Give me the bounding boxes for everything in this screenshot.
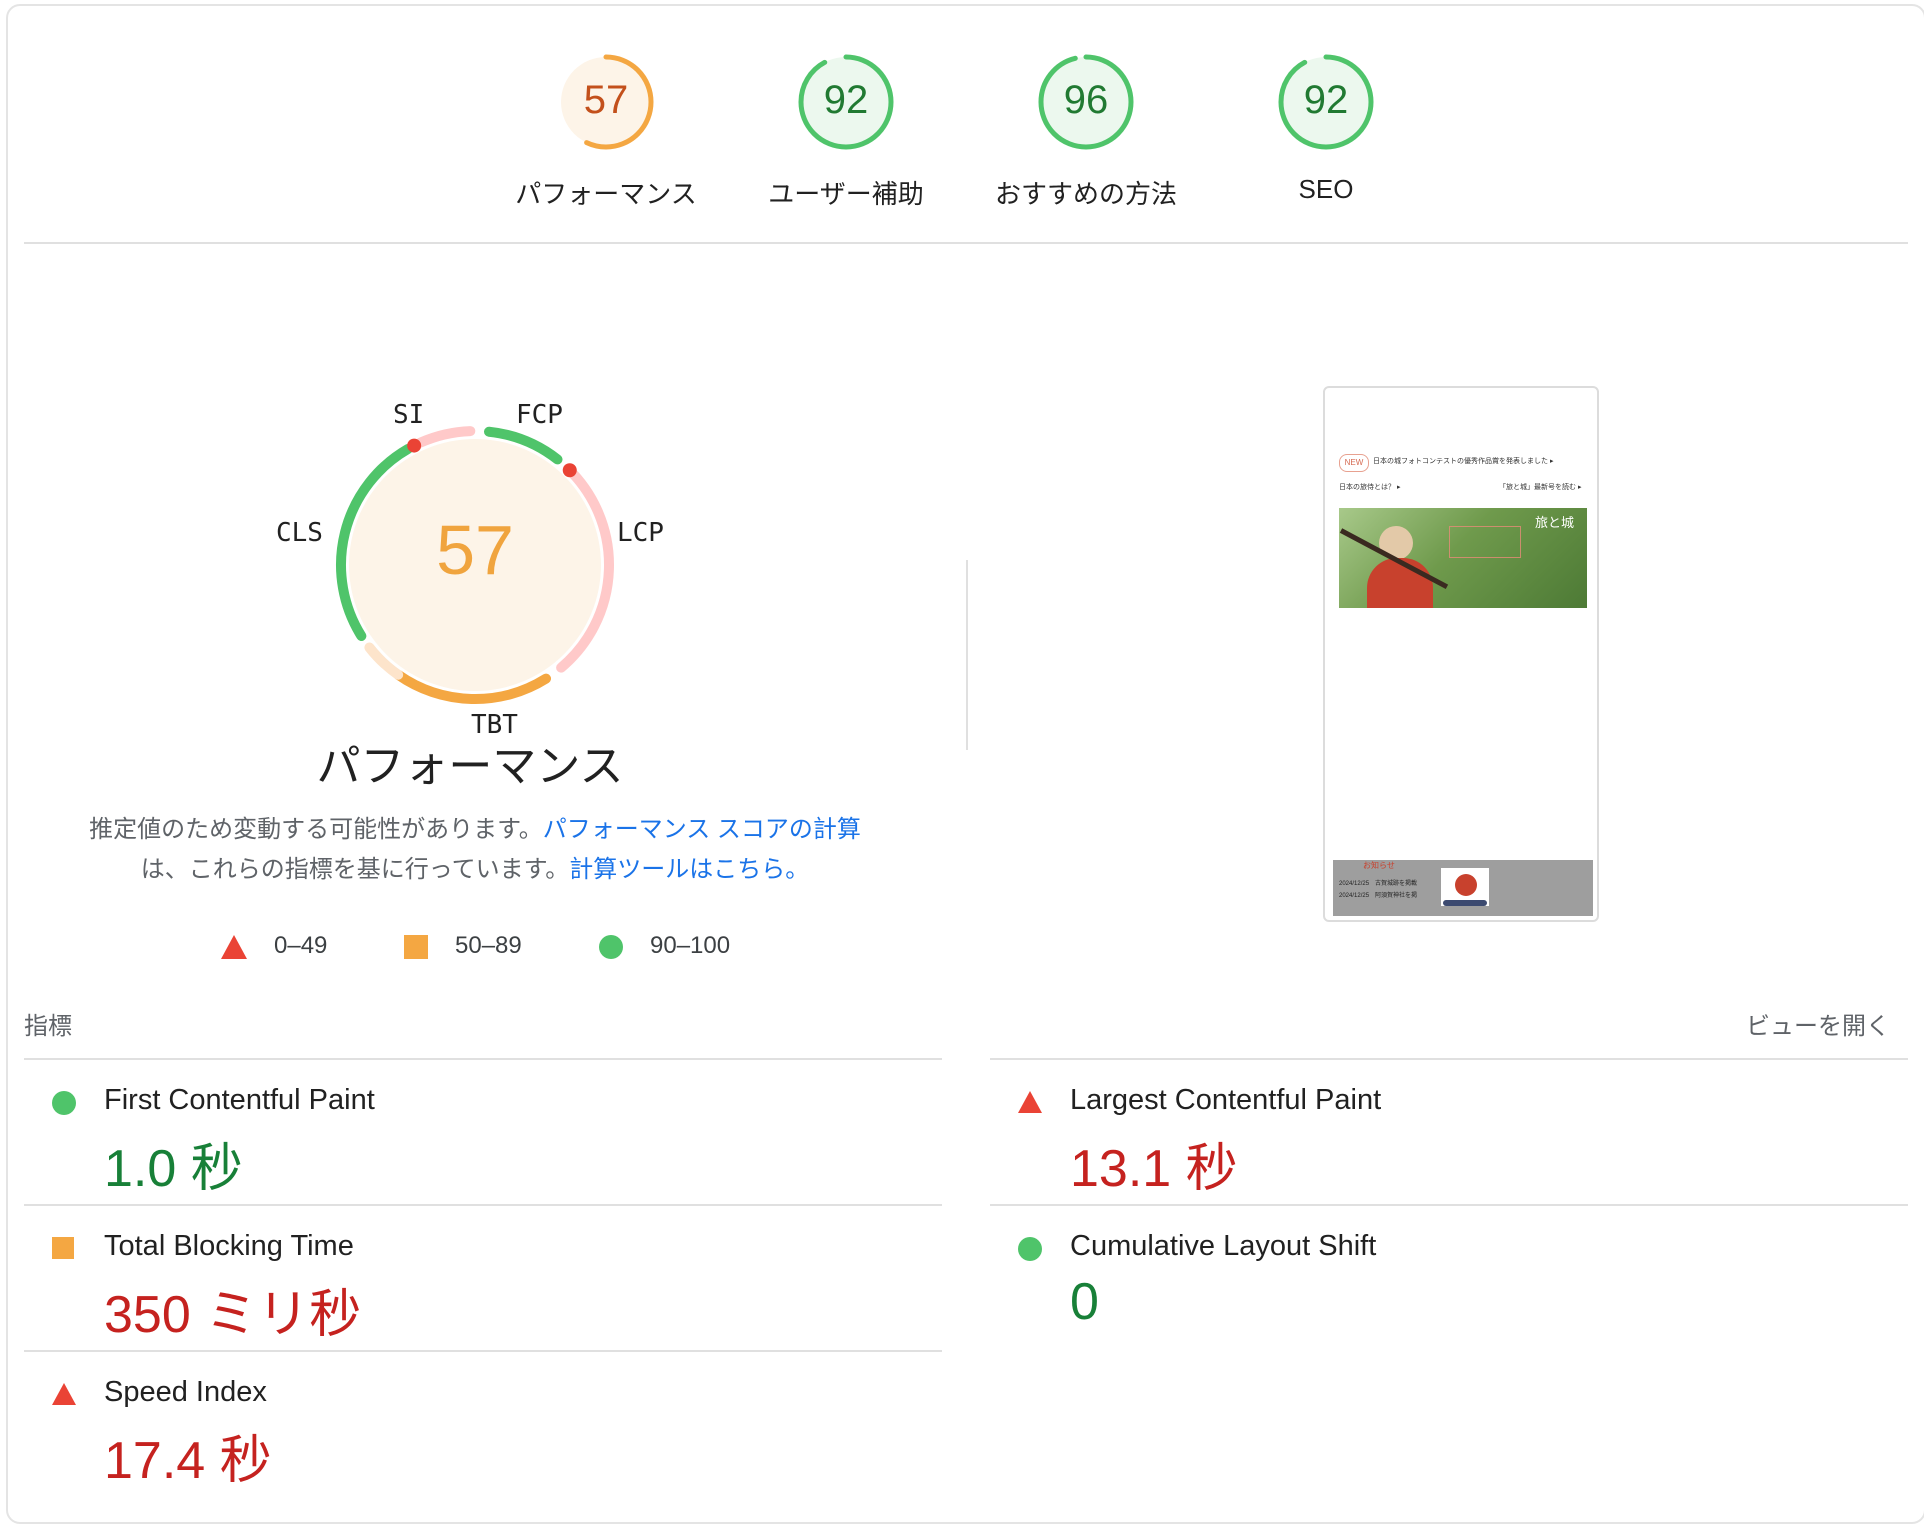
dial-label-lcp: LCP bbox=[617, 518, 664, 548]
category-gauge[interactable]: 92 bbox=[1274, 50, 1378, 154]
category-gauge[interactable]: 96 bbox=[1034, 50, 1138, 154]
screenshot-announcement: 日本の城フォトコンテストの優秀作品賞を発表しました ▸ bbox=[1373, 458, 1554, 465]
metric-divider bbox=[24, 1058, 942, 1060]
metric-name-tbt: Total Blocking Time bbox=[104, 1230, 354, 1262]
metric-name-fcp: First Contentful Paint bbox=[104, 1084, 375, 1116]
dial-label-fcp: FCP bbox=[516, 400, 563, 430]
screenshot-new-badge: NEW bbox=[1339, 454, 1369, 472]
gauge-score: 92 bbox=[1303, 78, 1349, 122]
news-popup-logo bbox=[1455, 874, 1477, 896]
metric-value-cls: 0 bbox=[1070, 1273, 1099, 1331]
gauge-label[interactable]: SEO bbox=[1206, 174, 1446, 205]
final-screenshot[interactable]: NEW 日本の城フォトコンテストの優秀作品賞を発表しました ▸ 日本の旅侍とは？… bbox=[1323, 386, 1599, 922]
metric-value-fcp: 1.0 秒 bbox=[104, 1140, 243, 1198]
metric-value-lcp: 13.1 秒 bbox=[1070, 1140, 1238, 1198]
performance-title: パフォーマンス bbox=[316, 742, 624, 791]
dial-dot-lcp bbox=[562, 463, 577, 478]
screenshot-link-left: 日本の旅侍とは？ ▸ bbox=[1339, 484, 1401, 491]
gauge-score: 57 bbox=[583, 78, 629, 122]
banner-person-robe bbox=[1367, 558, 1433, 608]
screenshot-link-right: 「旅と城」最新号を読む ▸ bbox=[1499, 484, 1582, 491]
metric-divider bbox=[990, 1204, 1908, 1206]
news-popup bbox=[1441, 868, 1489, 906]
performance-score: 57 bbox=[436, 511, 514, 589]
dial-label-si: SI bbox=[393, 400, 425, 430]
lcp-fail-icon bbox=[1018, 1091, 1042, 1113]
fcp-pass-icon bbox=[52, 1091, 76, 1115]
category-gauge[interactable]: 92 bbox=[794, 50, 898, 154]
news-popup-bar bbox=[1443, 900, 1487, 906]
header-divider bbox=[24, 242, 1908, 244]
metrics-label: 指標 bbox=[24, 1013, 72, 1040]
legend-pass-range: 90–100 bbox=[650, 932, 731, 959]
description-text-1: 推定値のため変動する可能性があります。 bbox=[89, 816, 543, 843]
legend-fail-icon bbox=[221, 935, 247, 959]
metric-value-si: 17.4 秒 bbox=[104, 1432, 272, 1490]
tbt-average-icon bbox=[52, 1237, 74, 1259]
metric-name-si: Speed Index bbox=[104, 1376, 267, 1408]
dial-label-cls: CLS bbox=[276, 518, 323, 548]
gauge-label[interactable]: おすすめの方法 bbox=[966, 174, 1206, 211]
gauge-score: 96 bbox=[1063, 78, 1109, 122]
news-title: お知らせ bbox=[1363, 861, 1395, 870]
legend-pass-icon bbox=[599, 935, 623, 959]
banner-caption-box bbox=[1449, 526, 1521, 558]
gauge-score: 92 bbox=[823, 78, 869, 122]
calculator-link[interactable]: 計算ツールはこちら。 bbox=[569, 856, 809, 883]
performance-description: 推定値のため変動する可能性があります。パフォーマンス スコアの計算 は、これらの… bbox=[60, 810, 890, 890]
gauge-label[interactable]: パフォーマンス bbox=[486, 174, 726, 211]
screenshot-news: お知らせ 2024/12/25 古賀城跡を掲載 2024/12/25 阿須賀神社… bbox=[1333, 860, 1593, 916]
metric-value-tbt: 350 ミリ秒 bbox=[104, 1286, 362, 1344]
news-item-1: 2024/12/25 古賀城跡を掲載 bbox=[1339, 881, 1418, 887]
metric-name-lcp: Largest Contentful Paint bbox=[1070, 1084, 1382, 1116]
legend-average-range: 50–89 bbox=[455, 932, 522, 959]
expand-view-button[interactable]: ビューを開く bbox=[1700, 1006, 1890, 1041]
gauge-label[interactable]: ユーザー補助 bbox=[726, 174, 966, 211]
si-fail-icon bbox=[52, 1383, 76, 1405]
legend-fail-range: 0–49 bbox=[274, 932, 328, 959]
legend-average-icon bbox=[404, 935, 428, 959]
news-item-2: 2024/12/25 阿須賀神社を掲 bbox=[1339, 893, 1418, 899]
metric-divider bbox=[990, 1058, 1908, 1060]
dial-dot-si bbox=[407, 438, 422, 453]
metric-name-cls: Cumulative Layout Shift bbox=[1070, 1230, 1377, 1262]
score-calc-link[interactable]: パフォーマンス スコアの計算 bbox=[543, 816, 861, 843]
category-gauge[interactable]: 57 bbox=[554, 50, 658, 154]
vertical-divider bbox=[966, 560, 968, 750]
metric-divider bbox=[24, 1204, 942, 1206]
cls-pass-icon bbox=[1018, 1237, 1042, 1261]
description-text-2: は、これらの指標を基に行っています。 bbox=[140, 856, 570, 883]
metric-divider bbox=[24, 1350, 942, 1352]
banner-title: 旅と城 bbox=[1535, 515, 1575, 530]
screenshot-banner: 旅と城 bbox=[1339, 508, 1587, 608]
